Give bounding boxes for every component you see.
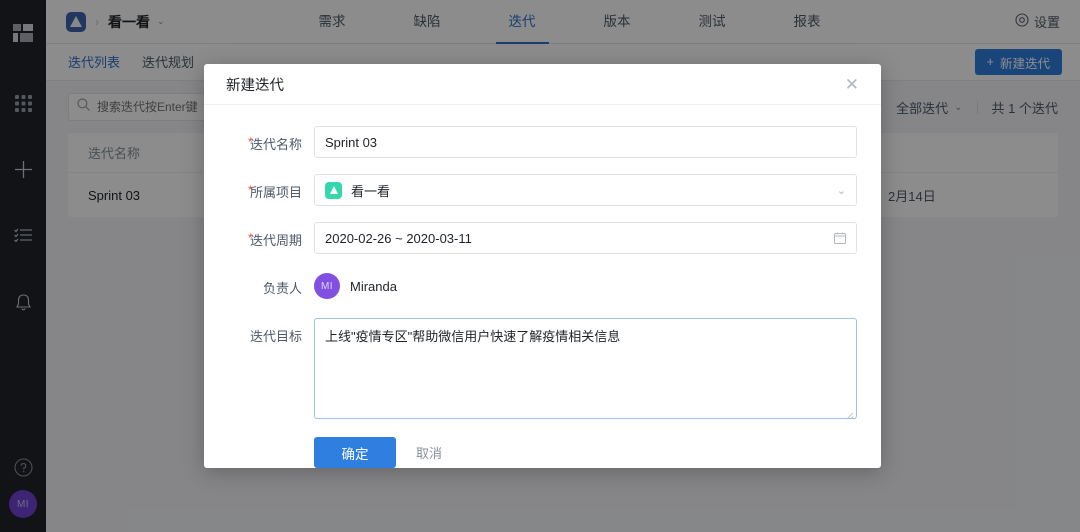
label-iteration-name: 迭代名称: [228, 126, 314, 153]
field-owner: 负责人 MI Miranda: [228, 270, 857, 302]
field-period: 迭代周期 2020-02-26 ~ 2020-03-11: [228, 222, 857, 254]
project-value: 看一看: [351, 183, 391, 199]
label-goal: 迭代目标: [249, 329, 302, 344]
period-value: 2020-02-26 ~ 2020-03-11: [325, 230, 472, 246]
dialog-header: 新建迭代 ✕: [204, 64, 881, 105]
app-root: MI › 看一看 ⌄ 需求 缺陷 迭代 版本 测试 报表 设置 迭代列表 迭代规…: [0, 0, 1080, 532]
project-select[interactable]: 看一看 ⌄: [314, 174, 857, 206]
cancel-button[interactable]: 取消: [404, 443, 454, 462]
owner-picker[interactable]: MI Miranda: [314, 270, 857, 302]
chevron-down-icon: ⌄: [836, 184, 846, 197]
calendar-icon[interactable]: [834, 232, 846, 244]
dialog-body: 迭代名称 Sprint 03 所属项目 看一看 ⌄: [204, 105, 881, 435]
label-period: 迭代周期: [228, 222, 314, 249]
resize-handle-icon[interactable]: [844, 406, 854, 420]
field-project: 所属项目 看一看 ⌄: [228, 174, 857, 206]
iteration-name-input[interactable]: Sprint 03: [314, 126, 857, 158]
period-date-range-input[interactable]: 2020-02-26 ~ 2020-03-11: [314, 222, 857, 254]
new-iteration-dialog: 新建迭代 ✕ 迭代名称 Sprint 03 所属项目: [204, 64, 881, 468]
field-iteration-name: 迭代名称 Sprint 03: [228, 126, 857, 158]
project-icon: [325, 181, 342, 199]
close-icon[interactable]: ✕: [845, 76, 859, 93]
label-project: 所属项目: [228, 174, 314, 201]
dialog-footer: 确定 取消: [204, 435, 881, 468]
goal-textarea[interactable]: 上线"疫情专区"帮助微信用户快速了解疫情相关信息: [314, 318, 857, 420]
confirm-button[interactable]: 确定: [314, 437, 396, 468]
goal-value: 上线"疫情专区"帮助微信用户快速了解疫情相关信息: [325, 329, 621, 344]
dialog-title: 新建迭代: [226, 77, 284, 94]
label-owner: 负责人: [262, 281, 302, 296]
avatar: MI: [314, 273, 340, 299]
owner-name: Miranda: [350, 278, 397, 294]
iteration-name-value: Sprint 03: [325, 134, 378, 150]
field-goal: 迭代目标 上线"疫情专区"帮助微信用户快速了解疫情相关信息: [228, 318, 857, 420]
